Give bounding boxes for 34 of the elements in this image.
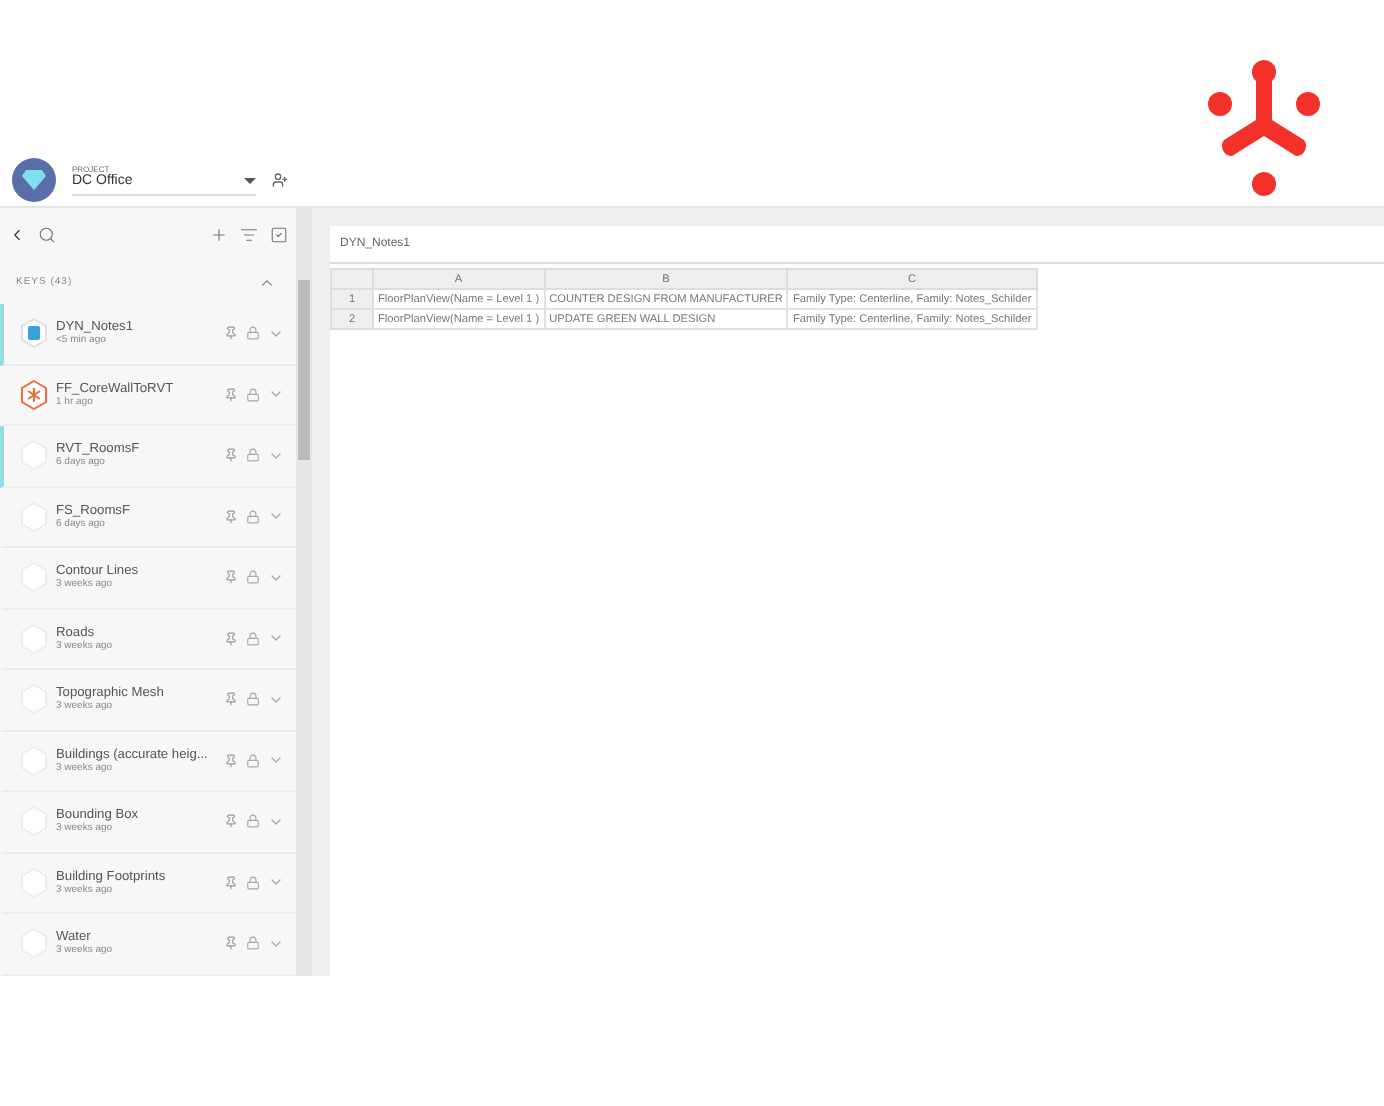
lock-icon[interactable] xyxy=(246,509,260,524)
back-icon[interactable] xyxy=(8,225,26,243)
caret-icon[interactable] xyxy=(244,177,256,185)
pin-icon[interactable] xyxy=(224,631,238,646)
project-avatar[interactable] xyxy=(12,158,56,202)
scrollbar-thumb[interactable] xyxy=(296,280,312,460)
hexagon-icon xyxy=(20,318,48,349)
lock-icon[interactable] xyxy=(246,814,260,829)
add-icon[interactable] xyxy=(210,225,228,243)
pin-icon[interactable] xyxy=(224,692,238,707)
pin-icon[interactable] xyxy=(224,326,238,341)
pin-icon[interactable] xyxy=(224,875,238,890)
pin-icon[interactable] xyxy=(224,387,238,402)
lock-icon[interactable] xyxy=(246,936,260,951)
lock-icon[interactable] xyxy=(246,448,260,463)
pin-icon[interactable] xyxy=(224,814,238,829)
pin-icon[interactable] xyxy=(224,570,238,585)
pin-icon[interactable] xyxy=(224,936,238,951)
select-icon[interactable] xyxy=(270,225,288,243)
sort-icon[interactable] xyxy=(240,225,258,243)
pin-icon[interactable] xyxy=(224,753,238,768)
lock-icon[interactable] xyxy=(246,753,260,768)
diamond-icon xyxy=(22,170,46,190)
pin-icon[interactable] xyxy=(224,448,238,463)
pin-icon[interactable] xyxy=(224,509,238,524)
hexagon-icon xyxy=(20,379,48,410)
lock-icon[interactable] xyxy=(246,692,260,707)
lock-icon[interactable] xyxy=(246,631,260,646)
add-user-icon[interactable] xyxy=(272,172,288,188)
lock-icon[interactable] xyxy=(246,387,260,402)
lock-icon[interactable] xyxy=(246,326,260,341)
lock-icon[interactable] xyxy=(246,875,260,890)
search-icon[interactable] xyxy=(38,225,56,243)
lock-icon[interactable] xyxy=(246,570,260,585)
